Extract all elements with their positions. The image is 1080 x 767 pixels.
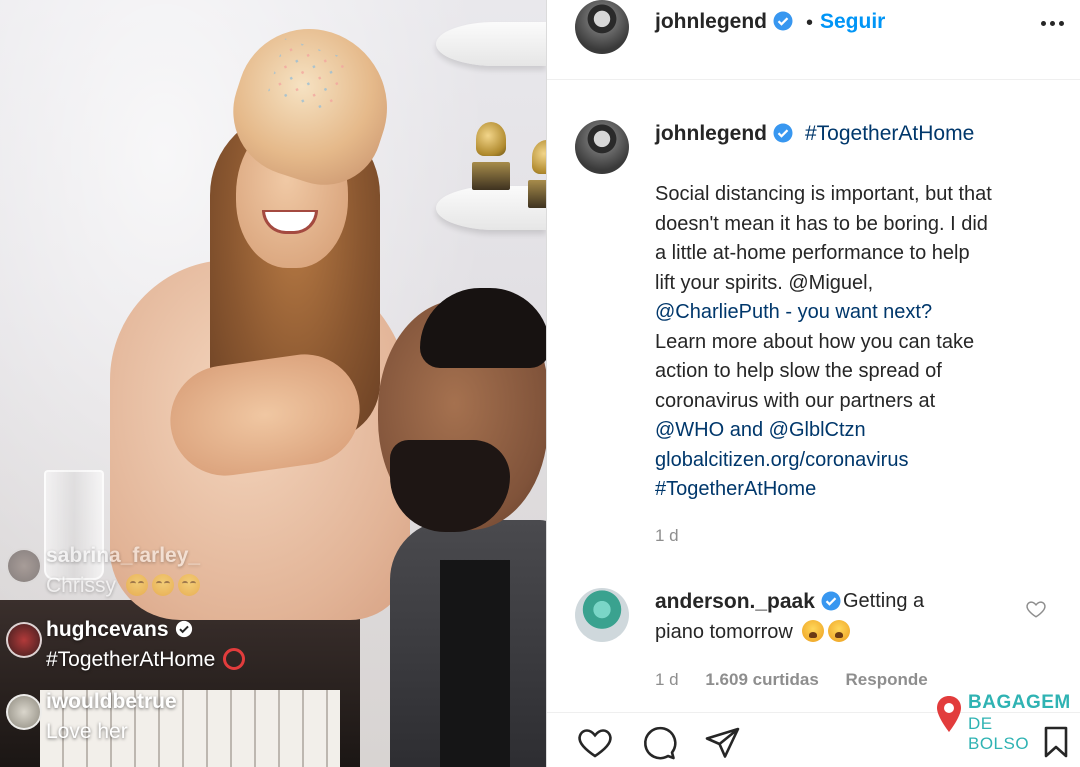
heart-icon[interactable] — [575, 723, 615, 763]
comment-text: piano tomorrow — [655, 620, 851, 644]
caption-line: coronavirus with our partners at — [655, 389, 936, 412]
url-link[interactable]: globalcitizen.org/coronavirus — [655, 446, 1065, 476]
heart-icon[interactable] — [1025, 598, 1047, 620]
avatar[interactable] — [6, 622, 42, 658]
verified-badge-icon — [773, 11, 793, 31]
comment-timestamp[interactable]: 1 d — [655, 670, 679, 689]
avatar[interactable] — [6, 548, 42, 584]
crying-emoji-icon — [802, 620, 825, 642]
laughing-emoji-icon — [151, 574, 174, 596]
post-details-panel: johnlegend • Seguir johnlegend #Together… — [546, 0, 1080, 767]
watermark-logo: BAGAGEM DE BOLSO — [930, 686, 1070, 753]
record-circle-icon — [223, 648, 246, 670]
comment-icon[interactable] — [639, 723, 679, 763]
hashtag-link[interactable]: #TogetherAtHome — [655, 475, 1065, 505]
author-avatar[interactable] — [575, 0, 629, 54]
verified-badge-icon — [821, 591, 841, 611]
live-comment-user[interactable]: sabrina_farley_ — [46, 544, 200, 568]
comment-text: Getting a — [843, 590, 925, 612]
post-video[interactable]: sabrina_farley_ Chrissy hughcevans #Toge… — [0, 0, 546, 767]
man-shirt — [440, 560, 510, 767]
mention-link[interactable]: @WHO and @GlblCtzn — [655, 416, 1065, 446]
location-pin-icon — [937, 696, 961, 732]
caption-line: Learn more about how you can take — [655, 330, 975, 353]
wall-shelf-upper — [436, 22, 546, 66]
commenter-avatar[interactable] — [575, 588, 629, 642]
caption-line: lift your spirits. @Miguel, — [655, 271, 874, 294]
share-icon[interactable] — [703, 723, 743, 763]
caption-line: action to help slow the spread of — [655, 360, 942, 382]
author-username[interactable]: johnlegend — [655, 10, 793, 34]
watermark-text: DE BOLSO — [968, 714, 1030, 753]
live-comment-user[interactable]: iwouldbetrue — [46, 690, 177, 714]
comment-meta: 1 d 1.609 curtidas Responde — [655, 670, 950, 690]
comment-likes[interactable]: 1.609 curtidas — [705, 670, 818, 689]
caption-timestamp[interactable]: 1 d — [655, 526, 679, 546]
verified-badge-icon — [175, 620, 192, 638]
comment-item: anderson._paak Getting a piano tomorrow … — [547, 580, 1080, 700]
caption-line: doesn't mean it has to be boring. I did — [655, 212, 988, 235]
grammy-trophy — [524, 140, 546, 210]
verified-badge-icon — [773, 123, 793, 143]
caption-text: Social distancing is important, but that… — [655, 180, 1065, 505]
live-comment: iwouldbetrue Love her — [0, 686, 320, 762]
hashtag-link[interactable]: #TogetherAtHome — [805, 122, 974, 146]
grammy-trophy — [468, 122, 514, 192]
caption-line: Social distancing is important, but that — [655, 183, 992, 205]
instagram-post-view: sabrina_farley_ Chrissy hughcevans #Toge… — [0, 0, 1080, 767]
live-comment-text: Chrissy — [46, 574, 200, 598]
laughing-emoji-icon — [177, 574, 200, 596]
separator-dot: • — [806, 12, 814, 34]
live-comment-text: #TogetherAtHome — [46, 648, 246, 672]
live-comment-user[interactable]: hughcevans — [46, 618, 193, 642]
more-options-icon[interactable] — [1041, 10, 1069, 36]
avatar[interactable] — [6, 694, 42, 730]
caption-line: a little at-home performance to help — [655, 242, 970, 264]
watermark-text: BAGAGEM — [968, 692, 1071, 713]
live-comment: hughcevans #TogetherAtHome — [0, 614, 320, 690]
crying-emoji-icon — [828, 620, 851, 642]
follow-button[interactable]: Seguir — [820, 10, 885, 34]
author-avatar[interactable] — [575, 120, 629, 174]
reply-button[interactable]: Responde — [846, 670, 928, 689]
laughing-emoji-icon — [125, 574, 148, 596]
live-comment-text: Love her — [46, 720, 128, 743]
commenter-username[interactable]: anderson._paak — [655, 590, 841, 614]
live-comment: sabrina_farley_ Chrissy — [0, 540, 320, 616]
mention-link[interactable]: @CharliePuth - you want next? — [655, 298, 1065, 328]
post-header: johnlegend • Seguir — [547, 0, 1080, 80]
caption-username[interactable]: johnlegend — [655, 122, 793, 146]
